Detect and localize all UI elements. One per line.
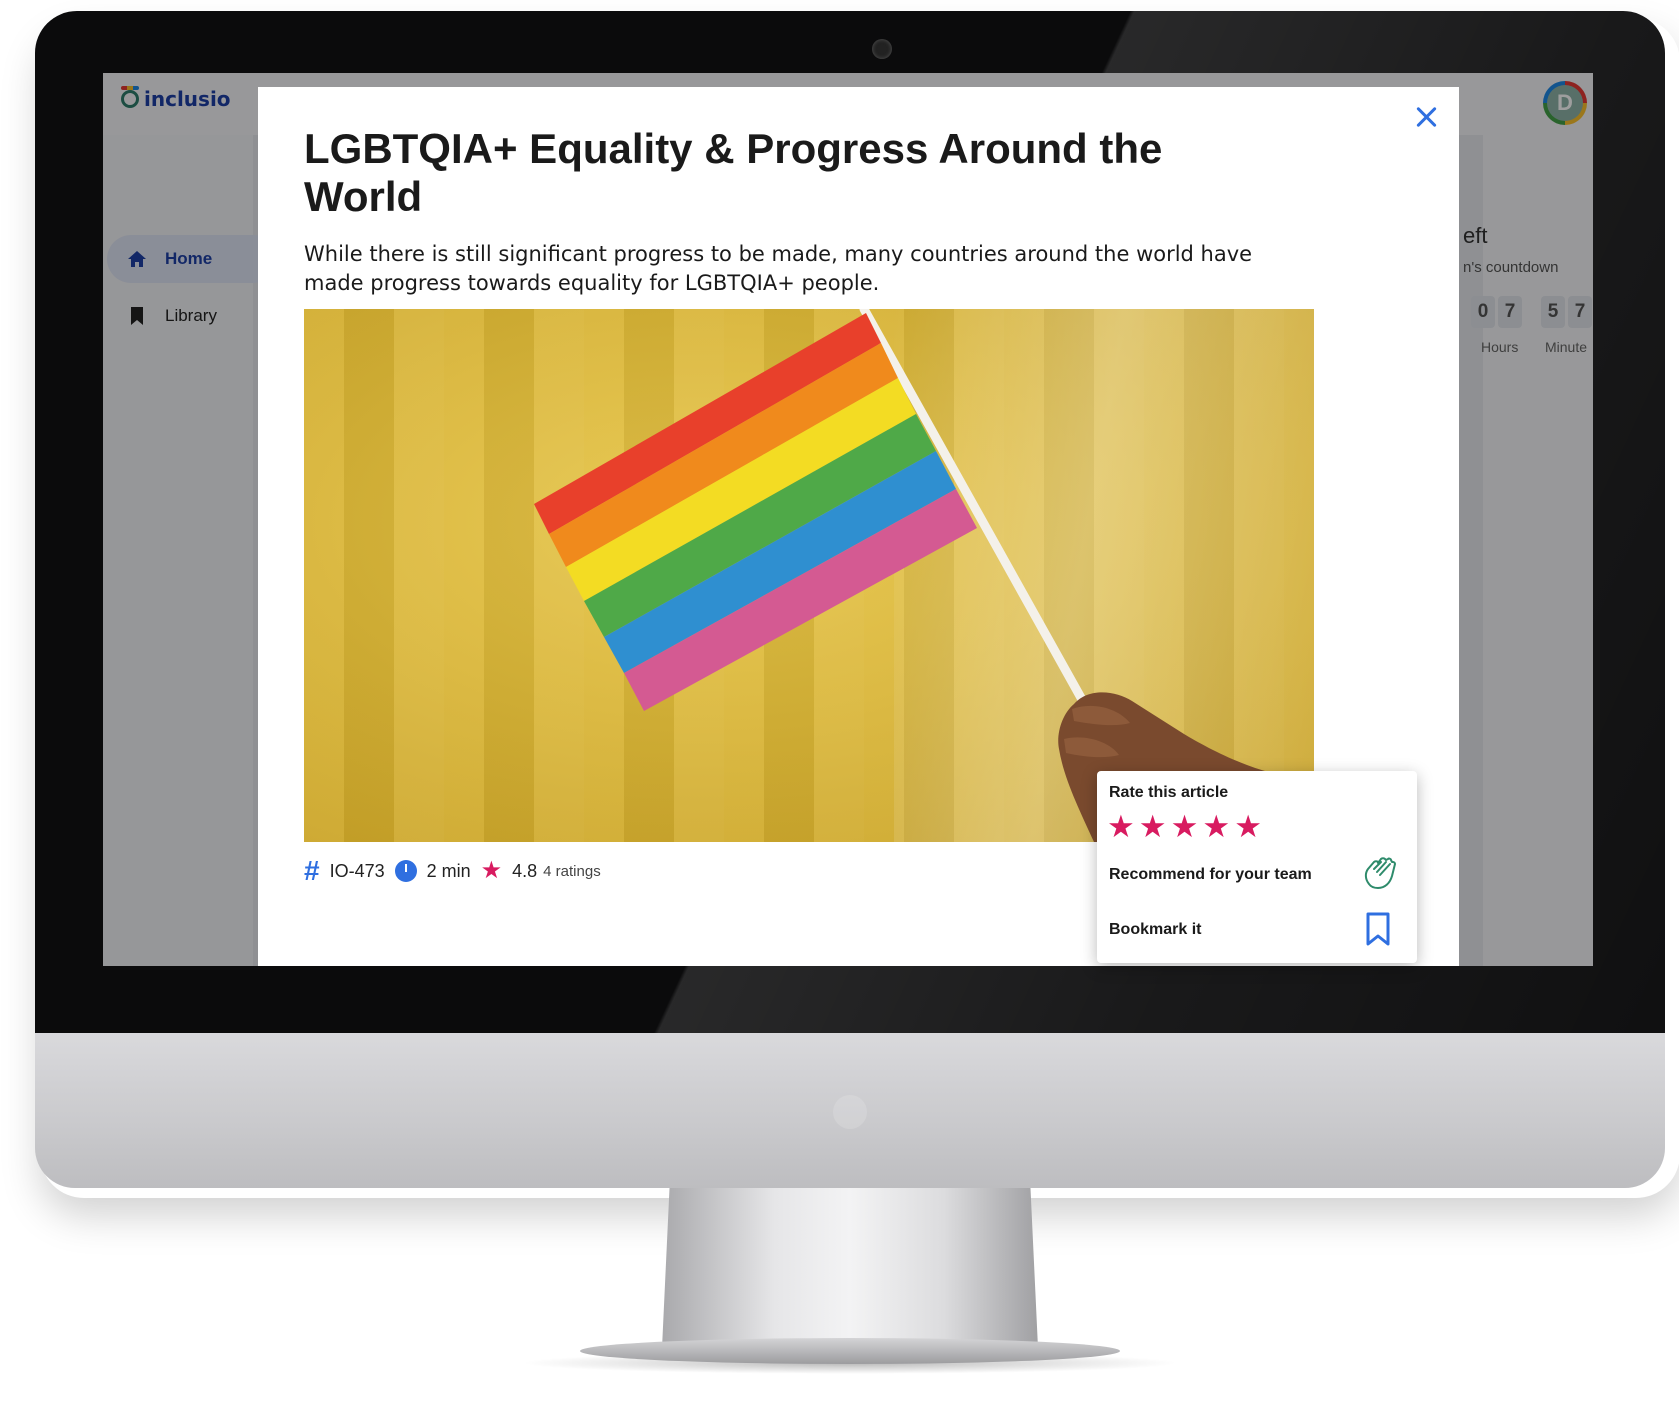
recommend-label: Recommend for your team <box>1109 866 1312 883</box>
star-icon[interactable]: ★ <box>1202 811 1230 842</box>
rainbow-flag-icon <box>534 309 1314 842</box>
close-icon[interactable] <box>1413 103 1441 131</box>
monitor-stand <box>662 1188 1038 1348</box>
rating-popup: Rate this article ★ ★ ★ ★ ★ Recommend fo… <box>1097 771 1417 963</box>
article-title: LGBTQIA+ Equality & Progress Around the … <box>304 125 1163 220</box>
star-icon[interactable]: ★ <box>1139 811 1167 842</box>
star-icon[interactable]: ★ <box>1234 811 1262 842</box>
star-icon: ★ <box>480 857 503 884</box>
clapping-hands-icon[interactable] <box>1359 854 1399 894</box>
article-hero-image <box>304 309 1314 842</box>
rate-title: Rate this article <box>1109 784 1229 801</box>
clock-icon <box>394 860 417 882</box>
monitor-chin <box>35 1033 1665 1188</box>
monitor-base <box>580 1338 1120 1364</box>
read-duration: 2 min <box>426 860 471 881</box>
average-rating: 4.8 <box>512 860 538 881</box>
star-icon[interactable]: ★ <box>1107 811 1135 842</box>
star-icon[interactable]: ★ <box>1171 811 1199 842</box>
bookmark-icon[interactable] <box>1363 911 1393 947</box>
hashtag-icon: # <box>304 855 320 886</box>
chin-logo <box>833 1095 867 1129</box>
article-description: While there is still significant progres… <box>304 242 1253 295</box>
article-meta: # IO-473 2 min ★ 4.8 4 ratings <box>304 857 601 885</box>
bookmark-label: Bookmark it <box>1109 921 1202 938</box>
ratings-count: 4 ratings <box>543 862 601 880</box>
star-rating[interactable]: ★ ★ ★ ★ ★ <box>1107 811 1262 842</box>
article-id: IO-473 <box>329 860 385 881</box>
